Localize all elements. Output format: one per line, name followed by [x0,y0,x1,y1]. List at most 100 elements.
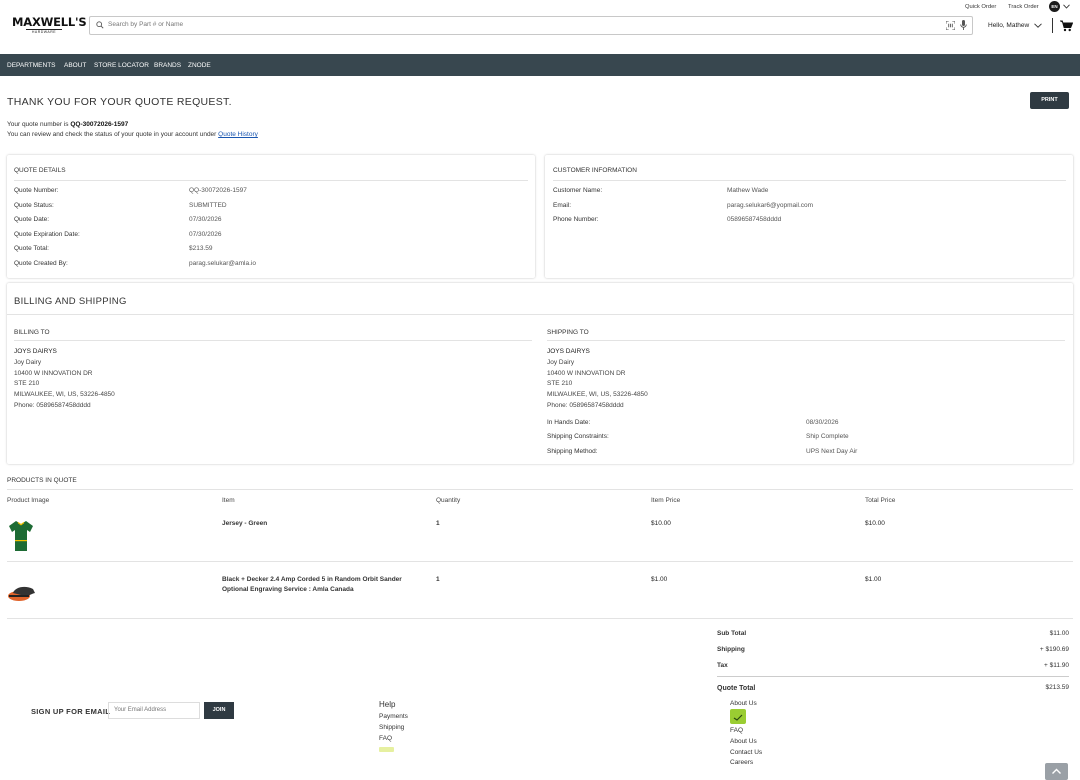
shipping-name: Joy Dairy [547,358,575,366]
divider [7,561,1073,562]
shipping-suite: STE 210 [547,380,573,388]
chevron-up-icon [1052,768,1061,774]
column-header-item: Item [222,497,235,504]
column-header-image: Product Image [7,497,50,504]
divider [7,314,1073,315]
leaf-icon [730,709,746,724]
divider [7,618,1073,619]
footer-link-faq[interactable]: FAQ [379,735,392,742]
badge-icon [379,747,394,752]
language-badge[interactable]: EN [1049,1,1060,12]
print-button[interactable]: PRINT [1030,92,1069,109]
logo-subtext: HARDWARE [25,29,63,35]
billing-name: Joy Dairy [14,358,42,366]
divider [7,489,1073,490]
tax-value: + $11.90 [1043,662,1069,669]
nav-store-locator[interactable]: STORE LOCATOR [94,62,149,69]
quote-details-card: QUOTE DETAILS Quote Number: QQ-30072026-… [7,155,535,278]
microphone-icon[interactable] [960,20,967,31]
shipping-constraints-label: Shipping Constraints: [547,433,609,440]
quote-created-by-value: parag.selukar@amla.io [189,260,256,267]
divider [14,340,532,341]
cart-icon[interactable] [1060,20,1073,32]
customer-name-label: Customer Name: [553,187,603,194]
quote-total-value: $213.59 [189,245,213,252]
quote-review-line: You can review and check the status of y… [7,131,258,138]
product-item-price: $10.00 [651,520,671,527]
table-row: Jersey - Green 1 $10.00 $10.00 [0,508,1080,562]
nav-departments[interactable]: DEPARTMENTS [7,62,56,69]
in-hands-date-label: In Hands Date: [547,419,591,426]
nav-about[interactable]: ABOUT [64,62,86,69]
track-order-link[interactable]: Track Order [1008,4,1039,10]
shipping-street: 10400 W INNOVATION DR [547,369,626,377]
billing-shipping-title: BILLING AND SHIPPING [14,296,127,307]
billing-suite: STE 210 [14,380,40,388]
footer-link-payments[interactable]: Payments [379,713,408,720]
quote-status-value: SUBMITTED [189,202,227,209]
quote-number-value: QQ-30072026-1597 [189,187,247,194]
nav-znode[interactable]: ZNODE [188,62,211,69]
column-header-quantity: Quantity [436,497,461,504]
footer-link-shipping[interactable]: Shipping [379,724,404,731]
shipping-phone: Phone: 05896587458dddd [547,401,624,409]
header-divider [1052,18,1053,33]
orbit-sander-icon[interactable] [7,583,37,603]
join-button[interactable]: JOIN [204,702,234,719]
billing-shipping-card: BILLING AND SHIPPING BILLING TO JOYS DAI… [7,283,1073,464]
subtotal-label: Sub Total [717,630,747,637]
product-item-price: $1.00 [651,576,668,583]
quote-total-label: Quote Total: [14,245,49,252]
logo-text: MAXWELL'S [12,15,87,29]
quote-date-label: Quote Date: [14,216,50,223]
footer-link-about-us[interactable]: About Us [730,738,757,745]
products-title: PRODUCTS IN QUOTE [7,477,77,484]
footer-link-careers[interactable]: Careers [730,759,753,766]
tax-label: Tax [717,662,728,669]
quote-details-title: QUOTE DETAILS [14,167,66,174]
shipping-city: MILWAUKEE, WI, US, 53226-4850 [547,391,648,399]
product-total-price: $1.00 [865,576,882,583]
green-jersey-icon[interactable] [9,520,33,552]
quote-grand-total-value: $213.59 [1045,684,1070,691]
scroll-to-top-button[interactable] [1045,763,1068,780]
quote-grand-total-label: Quote Total [717,685,756,692]
footer-link-about-us[interactable]: About Us [730,700,757,707]
product-item-name[interactable]: Black + Decker 2.4 Amp Corded 5 in Rando… [222,576,402,583]
email-signup-input[interactable]: Your Email Address [108,702,200,719]
footer-link-faq[interactable]: FAQ [730,727,743,734]
quote-expiration-label: Quote Expiration Date: [14,231,80,238]
footer-link-contact-us[interactable]: Contact Us [730,749,762,756]
product-option: Optional Engraving Service : Amla Canada [222,586,354,593]
product-total-price: $10.00 [865,520,885,527]
search-input[interactable]: Search by Part # or Name [108,21,183,28]
customer-info-title: CUSTOMER INFORMATION [553,167,637,174]
shipping-total-label: Shipping [717,646,745,653]
account-greeting[interactable]: Hello, Mathew [988,22,1029,29]
table-row: Black + Decker 2.4 Amp Corded 5 in Rando… [0,564,1080,618]
customer-info-card: CUSTOMER INFORMATION Customer Name: Math… [545,155,1073,278]
billing-to-title: BILLING TO [14,329,50,336]
product-item-name[interactable]: Jersey - Green [222,520,267,527]
billing-street: 10400 W INNOVATION DR [14,369,93,377]
in-hands-date-value: 08/30/2026 [806,419,839,426]
shipping-total-value: + $190.69 [1039,646,1069,653]
chevron-down-icon[interactable] [1063,4,1070,9]
chevron-down-icon[interactable] [1034,23,1042,28]
shipping-address: JOYS DAIRYS Joy Dairy 10400 W INNOVATION… [547,347,648,412]
product-quantity: 1 [436,576,440,583]
phone-value: 05896587458dddd [727,216,782,223]
email-value: parag.selukar6@yopmail.com [727,202,814,209]
product-quantity: 1 [436,520,440,527]
divider [547,340,1065,341]
quote-number: QQ-30072026-1597 [70,121,129,128]
quote-number-label: Quote Number: [14,187,59,194]
barcode-scan-icon[interactable] [946,21,955,30]
quote-created-by-label: Quote Created By: [14,260,68,267]
quote-history-link[interactable]: Quote History [218,131,258,138]
nav-brands[interactable]: BRANDS [154,62,181,69]
search-bar[interactable]: Search by Part # or Name [89,16,973,35]
quote-status-label: Quote Status: [14,202,54,209]
store-logo[interactable]: MAXWELL'S HARDWARE [12,15,87,35]
quick-order-link[interactable]: Quick Order [965,4,996,10]
